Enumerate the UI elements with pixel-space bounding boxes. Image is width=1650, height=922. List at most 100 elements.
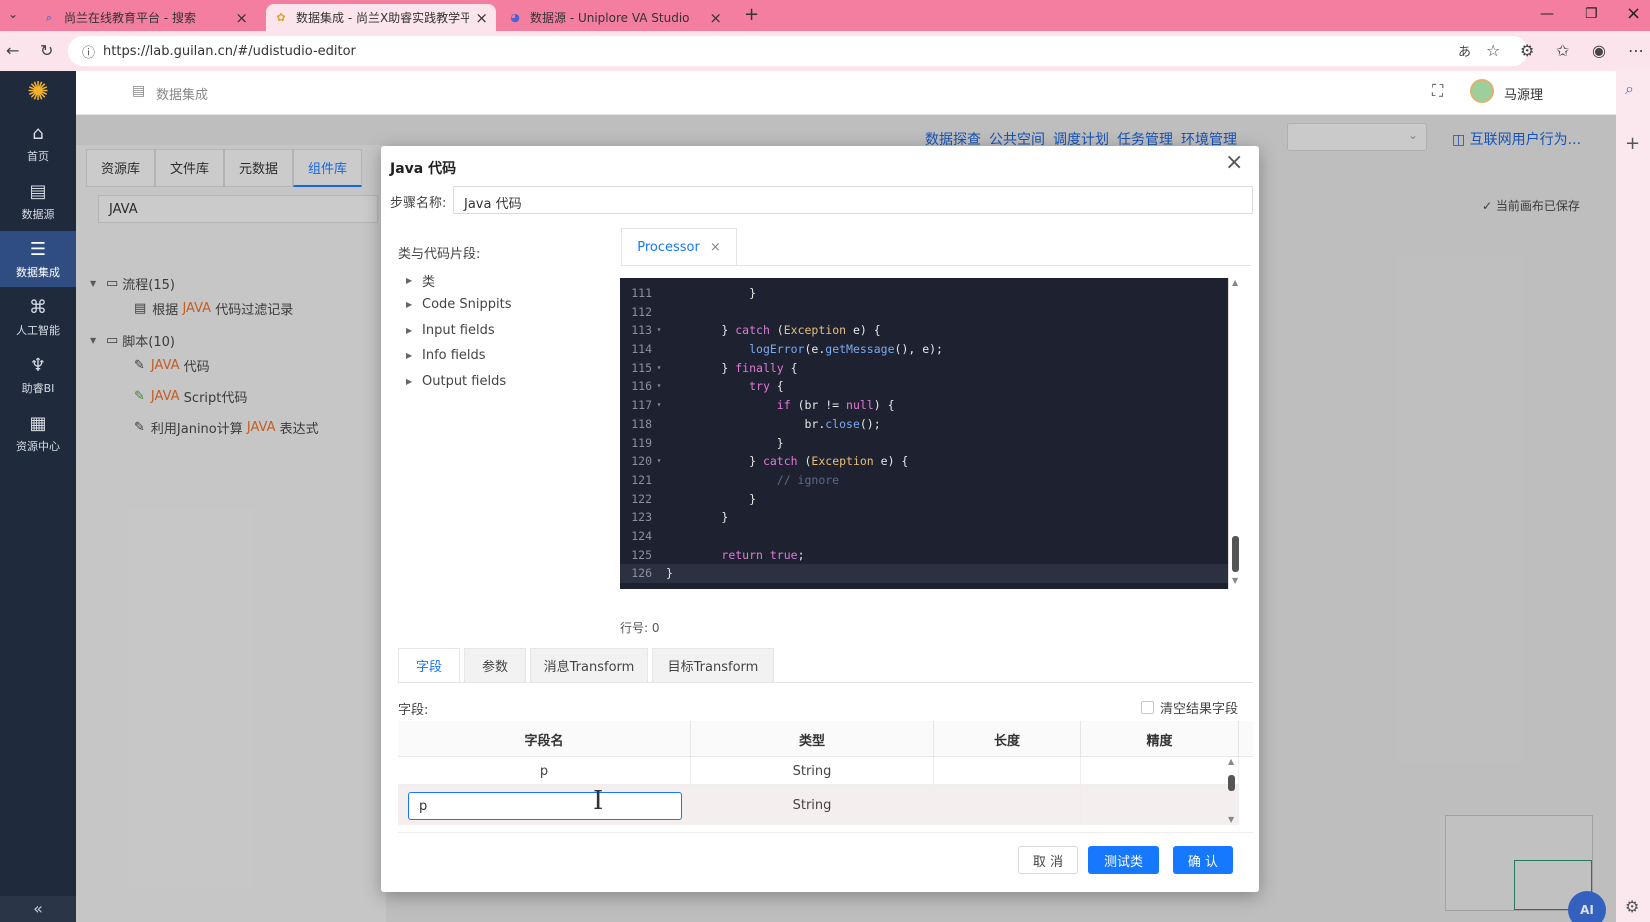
- cell-type[interactable]: String: [691, 785, 934, 825]
- code-line[interactable]: 113 ▾ } catch (Exception e) {: [620, 321, 1230, 340]
- window-close-icon[interactable]: ×: [1626, 3, 1641, 24]
- close-tab-icon[interactable]: ×: [709, 9, 722, 27]
- tab-fields[interactable]: 字段: [398, 648, 460, 682]
- browser-tab-search[interactable]: ⌕ 尚兰在线教育平台 - 搜索 ×: [34, 4, 256, 31]
- browser-tab-data-integration[interactable]: ✿ 数据集成 - 尚兰X助睿实践教学平台 ×: [266, 4, 496, 31]
- sidebar-item-datasource[interactable]: ▤ 数据源: [0, 173, 76, 229]
- line-number: 122: [631, 491, 652, 506]
- code-line[interactable]: 116 ▾ try {: [620, 377, 1230, 396]
- snippet-node-output-fields[interactable]: ▶ Output fields: [406, 374, 506, 389]
- scroll-up-icon[interactable]: ▲: [1232, 278, 1238, 287]
- fold-arrow-icon[interactable]: ▾: [654, 321, 664, 340]
- step-name-input[interactable]: Java 代码: [453, 186, 1253, 214]
- tab-target-transform[interactable]: 目标Transform: [652, 648, 774, 682]
- fold-arrow-icon[interactable]: ▾: [654, 452, 664, 471]
- cell-field-name[interactable]: p: [398, 757, 691, 785]
- table-scrollbar[interactable]: ▲ ▼: [1225, 757, 1239, 827]
- favorite-icon[interactable]: ☆: [1486, 41, 1500, 60]
- cell-type[interactable]: String: [691, 757, 934, 785]
- sidebar-collapse-button[interactable]: «: [0, 896, 76, 922]
- code-line[interactable]: 119 }: [620, 434, 1230, 453]
- code-text: try {: [664, 377, 784, 396]
- code-line[interactable]: 117 ▾ if (br != null) {: [620, 396, 1230, 415]
- snippet-node-code-snippets[interactable]: ▶ Code Snippits: [406, 297, 512, 312]
- code-line[interactable]: 111 }: [620, 284, 1230, 303]
- sidebar-item-label: 数据集成: [16, 265, 60, 279]
- cell-length[interactable]: [934, 785, 1081, 825]
- column-header-type: 类型: [691, 721, 934, 757]
- clear-result-fields-checkbox[interactable]: 清空结果字段: [1141, 698, 1238, 717]
- cell-precision[interactable]: [1081, 757, 1239, 785]
- app-sidebar: ✺ ⌂ 首页 ▤ 数据源 ☰ 数据集成 ⌘ 人工智能 ♆ 助睿BI ▦ 资源中心…: [0, 71, 76, 922]
- fold-arrow-icon[interactable]: ▾: [654, 396, 664, 415]
- minimize-icon[interactable]: —: [1540, 6, 1554, 22]
- code-line[interactable]: 118 br.close();: [620, 415, 1230, 434]
- scroll-down-icon[interactable]: ▼: [1228, 815, 1234, 824]
- favorites-bar-icon[interactable]: ✩: [1556, 41, 1569, 60]
- more-menu-icon[interactable]: ⋯: [1628, 41, 1644, 60]
- code-line[interactable]: 121 // ignore: [620, 471, 1230, 490]
- close-tab-icon[interactable]: ×: [235, 9, 248, 27]
- scroll-thumb[interactable]: [1228, 775, 1235, 791]
- code-editor[interactable]: ‾‾‾‾‾‾‾‾‾‾‾‾‾‾‾‾‾‾‾‾ 111 }112113▾ } catc…: [620, 278, 1242, 589]
- snippet-node-info-fields[interactable]: ▶ Info fields: [406, 348, 486, 363]
- cancel-button[interactable]: 取 消: [1018, 846, 1078, 874]
- code-line[interactable]: 126}: [620, 564, 1230, 583]
- checkbox-box[interactable]: [1141, 701, 1154, 714]
- snippet-node-input-fields[interactable]: ▶ Input fields: [406, 323, 495, 338]
- cell-length[interactable]: [934, 757, 1081, 785]
- field-name-edit-input[interactable]: p: [408, 792, 682, 820]
- back-icon[interactable]: ←: [6, 41, 19, 60]
- code-line[interactable]: 123 }: [620, 508, 1230, 527]
- url-input[interactable]: ⓘ https://lab.guilan.cn/#/udistudio-edit…: [68, 36, 1528, 66]
- restore-icon[interactable]: ❐: [1585, 6, 1598, 22]
- scroll-thumb[interactable]: [1232, 536, 1239, 572]
- confirm-button[interactable]: 确 认: [1173, 846, 1233, 874]
- settings-icon[interactable]: ⚙: [1625, 897, 1639, 916]
- fold-arrow-icon[interactable]: ▾: [654, 377, 664, 396]
- code-line[interactable]: 115 ▾ } finally {: [620, 359, 1230, 378]
- sidebar-item-home[interactable]: ⌂ 首页: [0, 115, 76, 171]
- code-line[interactable]: 114 logError(e.getMessage(), e);: [620, 340, 1230, 359]
- translate-icon[interactable]: あ: [1458, 41, 1471, 60]
- user-name[interactable]: 马源理: [1504, 84, 1543, 103]
- sidebar-item-bi[interactable]: ♆ 助睿BI: [0, 347, 76, 403]
- tab-processor[interactable]: Processor ×: [621, 228, 737, 266]
- code-line[interactable]: 124: [620, 527, 1230, 546]
- browser-tab-datasource[interactable]: ◕ 数据源 - Uniplore VA Studio ×: [500, 4, 730, 31]
- sidebar-item-ai[interactable]: ⌘ 人工智能: [0, 289, 76, 345]
- sidebar-item-resources[interactable]: ▦ 资源中心: [0, 405, 76, 461]
- close-icon[interactable]: ×: [1225, 150, 1243, 175]
- scroll-up-icon[interactable]: ▲: [1228, 757, 1234, 766]
- fullscreen-icon[interactable]: ⛶: [1432, 81, 1443, 101]
- avatar[interactable]: [1470, 79, 1494, 103]
- test-class-button[interactable]: 测试类: [1088, 846, 1159, 874]
- site-info-icon[interactable]: ⓘ: [82, 42, 95, 61]
- snippet-node-class[interactable]: ▶ 类: [406, 271, 435, 290]
- code-line[interactable]: 125 return true;: [620, 546, 1230, 565]
- browser-tab-strip: ⌄ ⌕ 尚兰在线教育平台 - 搜索 × ✿ 数据集成 - 尚兰X助睿实践教学平台…: [0, 0, 1650, 31]
- sidebar-item-data-integration[interactable]: ☰ 数据集成: [0, 231, 76, 287]
- code-line[interactable]: 120 ▾ } catch (Exception e) {: [620, 452, 1230, 471]
- refresh-icon[interactable]: ↻: [40, 41, 53, 60]
- close-tab-icon[interactable]: ×: [710, 240, 721, 255]
- editor-scrollbar[interactable]: ▲ ▼: [1228, 278, 1242, 589]
- code-line[interactable]: 122 }: [620, 490, 1230, 509]
- add-icon[interactable]: +: [1625, 133, 1640, 154]
- code-text: }: [664, 434, 784, 453]
- profile-icon[interactable]: ◉: [1592, 41, 1606, 60]
- tab-parameters[interactable]: 参数: [464, 648, 526, 682]
- tab-label: 数据集成 - 尚兰X助睿实践教学平台: [296, 11, 470, 25]
- extensions-icon[interactable]: ⚙: [1520, 41, 1534, 60]
- tab-list-chevron-icon[interactable]: ⌄: [8, 7, 18, 21]
- cell-precision[interactable]: [1081, 785, 1239, 825]
- scroll-down-icon[interactable]: ▼: [1232, 576, 1238, 585]
- new-tab-button[interactable]: +: [744, 4, 759, 25]
- search-icon[interactable]: ⌕: [1625, 79, 1634, 99]
- tab-message-transform[interactable]: 消息Transform: [530, 648, 648, 682]
- code-line[interactable]: 112: [620, 303, 1230, 322]
- code-token: // ignore: [776, 472, 840, 487]
- close-tab-icon[interactable]: ×: [475, 9, 488, 27]
- fold-arrow-icon[interactable]: ▾: [654, 359, 664, 378]
